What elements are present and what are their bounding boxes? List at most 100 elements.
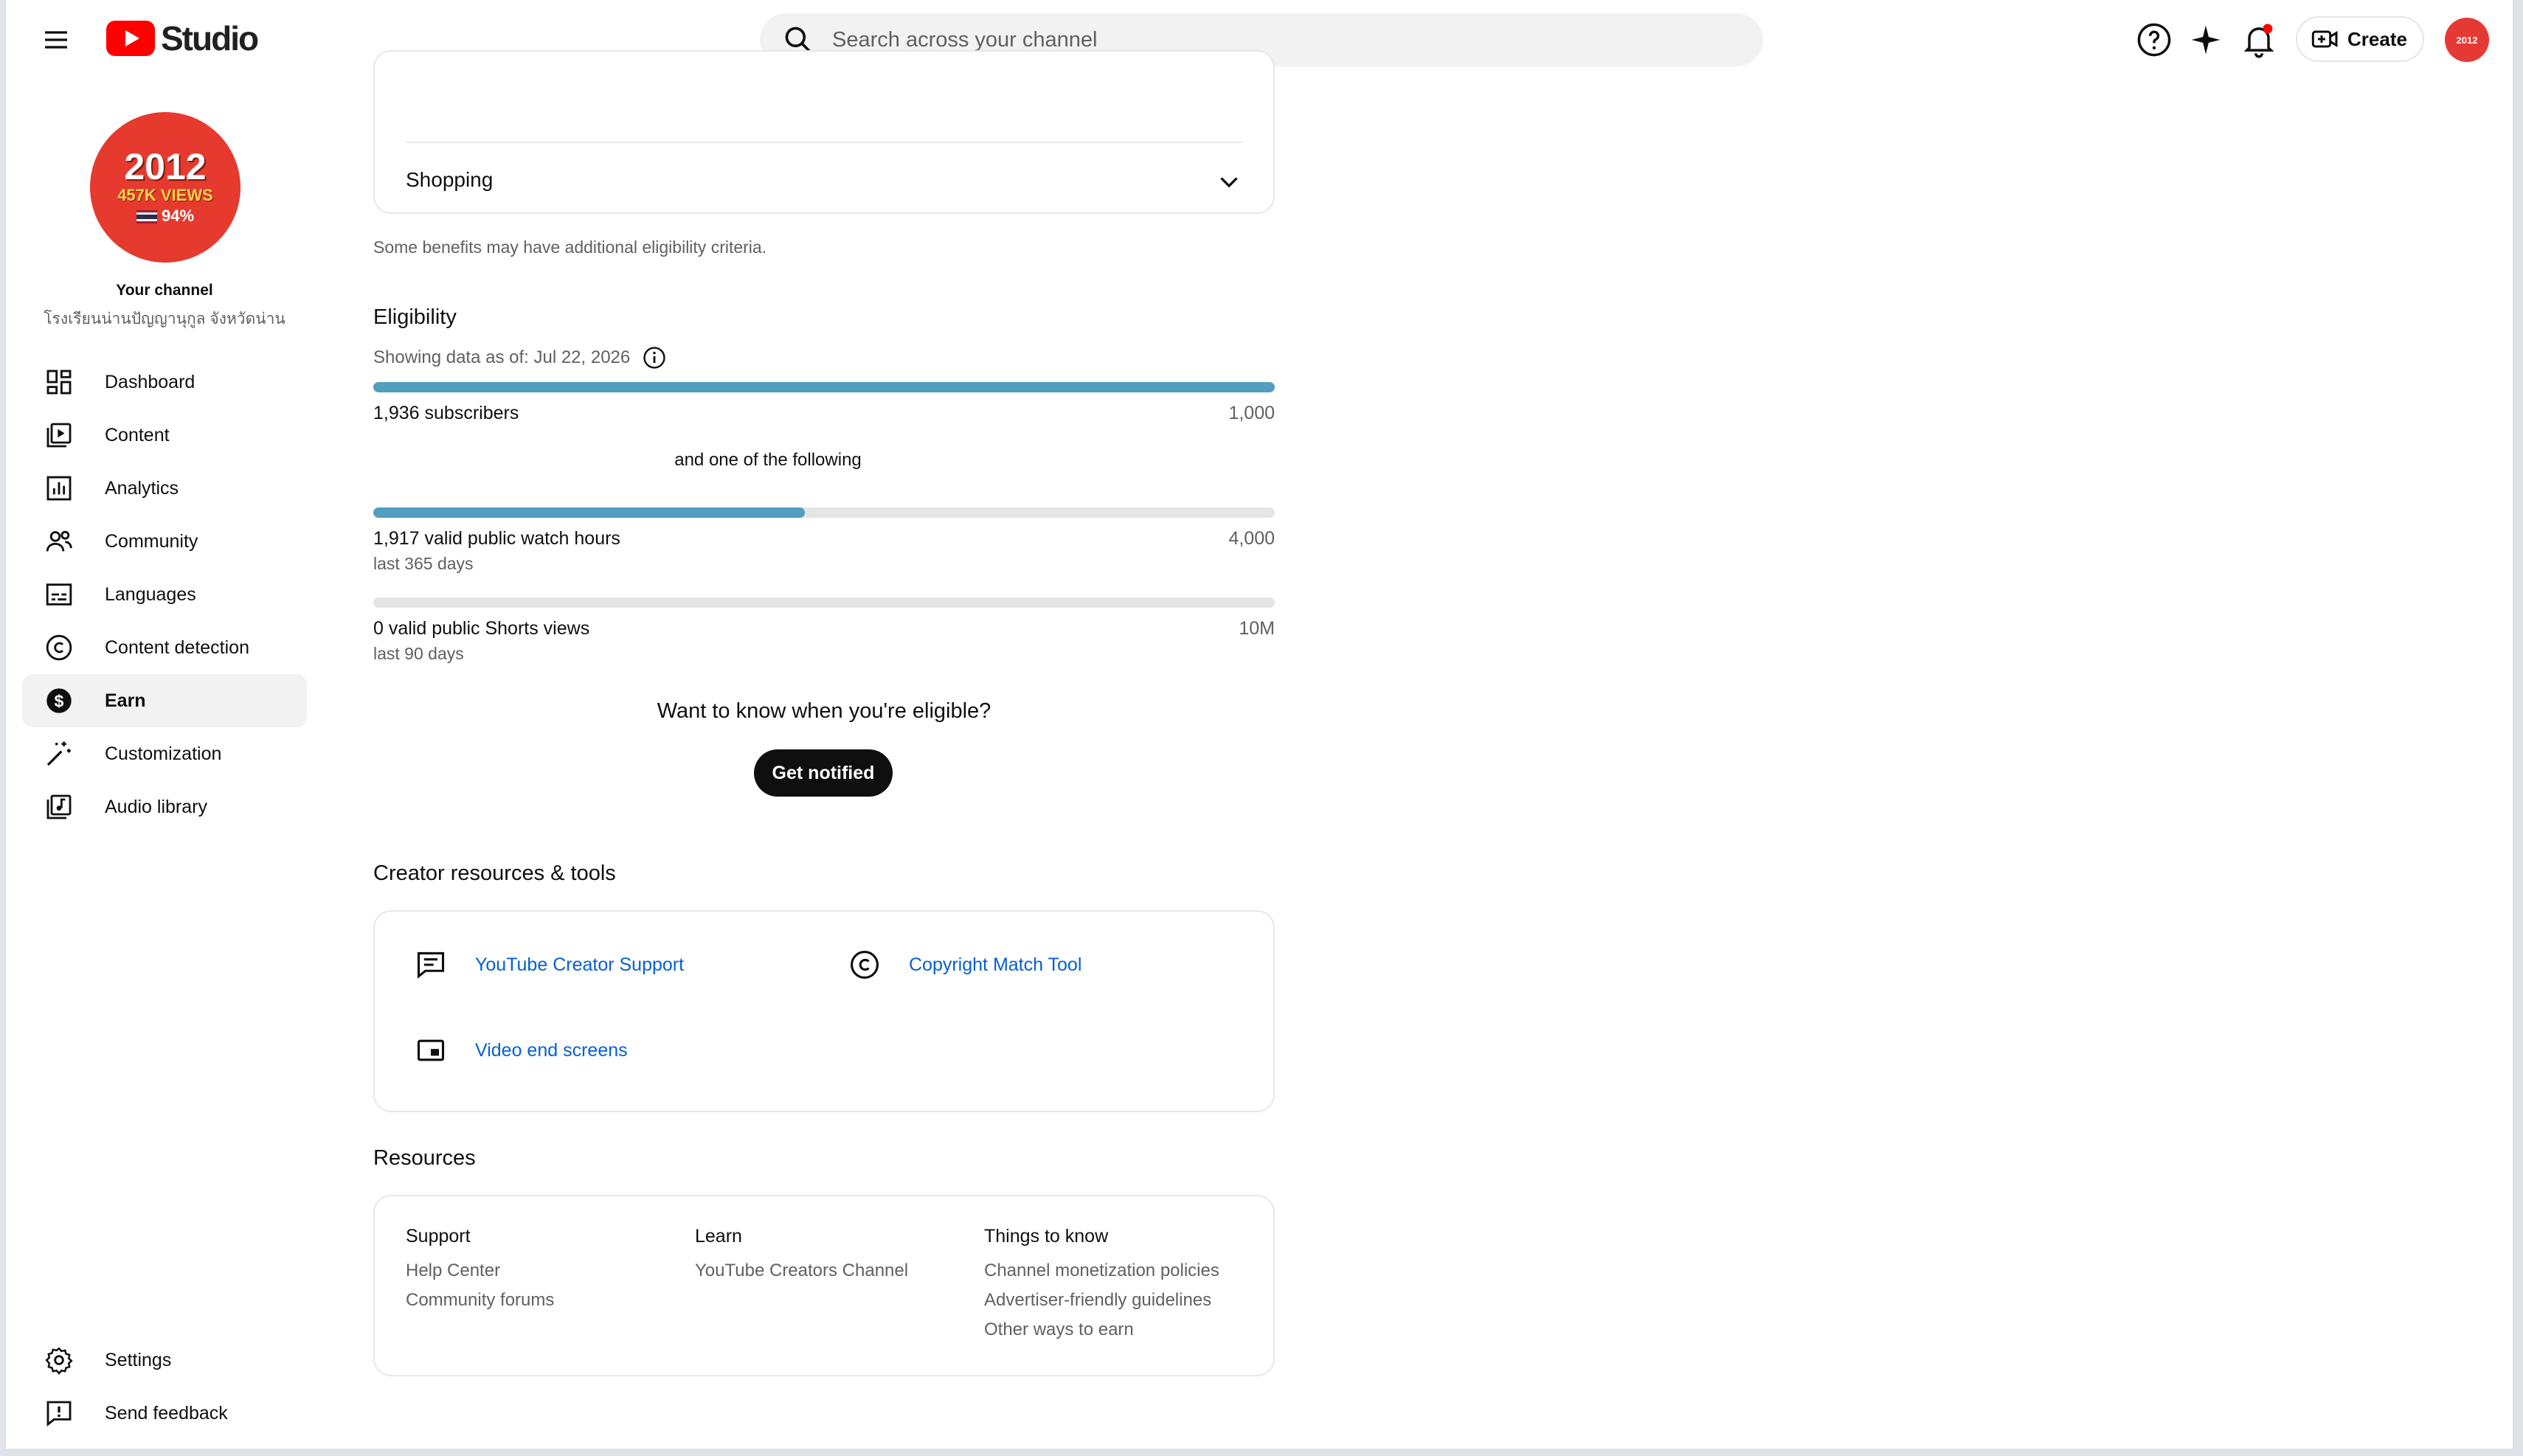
feedback-icon bbox=[43, 1397, 75, 1429]
resource-link[interactable]: YouTube Creators Channel bbox=[695, 1256, 908, 1286]
sidebar-item-content[interactable]: Content bbox=[22, 409, 307, 462]
avatar-line-1: 2012 bbox=[124, 146, 207, 187]
magic-wand-icon bbox=[43, 738, 75, 770]
get-notified-button[interactable]: Get notified bbox=[754, 749, 893, 797]
benefits-note: Some benefits may have additional eligib… bbox=[373, 238, 767, 257]
resource-link[interactable]: Other ways to earn bbox=[984, 1315, 1219, 1345]
sidebar-item-customization[interactable]: Customization bbox=[22, 727, 307, 780]
app-name: Studio bbox=[161, 19, 259, 58]
resources-column-things-to-know: Things to know Channel monetization poli… bbox=[984, 1226, 1219, 1345]
resources-title: Resources bbox=[373, 1146, 476, 1170]
sidebar-item-label: Earn bbox=[105, 690, 146, 711]
resource-link[interactable]: Help Center bbox=[406, 1256, 554, 1286]
sidebar-item-label: Content bbox=[105, 424, 170, 446]
dollar-icon: $ bbox=[43, 684, 75, 717]
shopping-row-label: Shopping bbox=[406, 168, 494, 191]
shorts-views-progress-bar bbox=[373, 597, 1275, 608]
copyright-match-link[interactable]: Copyright Match Tool bbox=[847, 947, 1081, 982]
sidebar-item-label: Community bbox=[105, 530, 198, 552]
create-button[interactable]: Create bbox=[2296, 16, 2424, 62]
as-of-text: Showing data as of: Jul 22, 2026 bbox=[373, 347, 631, 367]
watch-hours-progress-bar bbox=[373, 507, 1275, 518]
analytics-icon bbox=[43, 472, 75, 505]
dashboard-icon bbox=[43, 366, 75, 398]
youtube-logo-icon bbox=[106, 21, 155, 56]
tool-label: YouTube Creator Support bbox=[475, 954, 685, 975]
sidebar-item-earn[interactable]: $ Earn bbox=[22, 674, 307, 727]
resource-link[interactable]: Advertiser-friendly guidelines bbox=[984, 1286, 1219, 1315]
resource-link[interactable]: Channel monetization policies bbox=[984, 1256, 1219, 1286]
end-screens-link[interactable]: Video end screens bbox=[413, 1033, 628, 1068]
svg-text:$: $ bbox=[55, 691, 64, 710]
and-one-of-following: and one of the following bbox=[674, 450, 862, 470]
sidebar-item-dashboard[interactable]: Dashboard bbox=[22, 356, 307, 409]
end-screen-icon bbox=[413, 1033, 449, 1068]
sidebar-item-label: Analytics bbox=[105, 477, 179, 499]
eligibility-prompt: Want to know when you're eligible? bbox=[657, 699, 991, 723]
audio-library-icon bbox=[43, 791, 75, 823]
studio-app: Studio Create 2012 2012 457K VIEWS bbox=[6, 0, 2513, 1449]
chat-icon bbox=[413, 947, 449, 982]
sidebar-item-settings[interactable]: Settings bbox=[22, 1334, 307, 1387]
avatar-percent: 94% bbox=[162, 207, 195, 225]
sidebar-item-send-feedback[interactable]: Send feedback bbox=[22, 1387, 307, 1440]
subscribers-progress-fill bbox=[373, 382, 1275, 392]
avatar-line-2: 457K VIEWS bbox=[117, 186, 213, 204]
data-as-of: Showing data as of: Jul 22, 2026 bbox=[373, 345, 667, 370]
sidebar-item-analytics[interactable]: Analytics bbox=[22, 462, 307, 515]
creator-tools-title: Creator resources & tools bbox=[373, 862, 616, 885]
studio-logo[interactable]: Studio bbox=[106, 19, 259, 58]
avatar-line-3: 94% bbox=[136, 205, 194, 227]
sidebar-item-languages[interactable]: Languages bbox=[22, 568, 307, 621]
sidebar-item-audio-library[interactable]: Audio library bbox=[22, 780, 307, 833]
create-label: Create bbox=[2347, 27, 2407, 50]
menu-icon[interactable] bbox=[41, 25, 71, 55]
resources-heading: Learn bbox=[695, 1226, 742, 1247]
community-icon bbox=[43, 525, 75, 558]
creator-support-link[interactable]: YouTube Creator Support bbox=[413, 947, 684, 982]
content-icon bbox=[43, 419, 75, 451]
resources-heading: Things to know bbox=[984, 1226, 1109, 1247]
sidebar-item-label: Content detection bbox=[105, 637, 249, 658]
channel-name: โรงเรียนน่านปัญญานุกูล จังหวัดน่าน bbox=[44, 311, 285, 327]
shorts-views-period: last 90 days bbox=[373, 644, 464, 663]
sidebar-item-label: Send feedback bbox=[105, 1402, 228, 1424]
sidebar-item-label: Languages bbox=[105, 583, 196, 605]
account-avatar[interactable]: 2012 bbox=[2445, 18, 2489, 62]
sparkle-icon[interactable] bbox=[2187, 21, 2225, 59]
subscribers-progress-bar bbox=[373, 382, 1275, 392]
your-channel-label: Your channel bbox=[116, 282, 213, 299]
sidebar-item-community[interactable]: Community bbox=[22, 515, 307, 568]
divider bbox=[406, 142, 1242, 143]
eligibility-title: Eligibility bbox=[373, 305, 457, 329]
gear-icon bbox=[43, 1344, 75, 1376]
info-icon[interactable] bbox=[642, 345, 667, 370]
sidebar-bottom: Settings Send feedback bbox=[22, 1334, 307, 1440]
benefits-card: Shopping bbox=[373, 50, 1275, 214]
sidebar: 2012 457K VIEWS 94% Your channel โรงเรีย… bbox=[6, 80, 323, 1449]
resources-card: Support Help Center Community forums Lea… bbox=[373, 1195, 1275, 1376]
shorts-views-label: 0 valid public Shorts views bbox=[373, 618, 590, 639]
watch-hours-stat: 1,917 valid public watch hours last 365 … bbox=[373, 528, 1275, 574]
watch-hours-label: 1,917 valid public watch hours bbox=[373, 528, 620, 549]
sidebar-item-content-detection[interactable]: Content detection bbox=[22, 621, 307, 674]
video-plus-icon bbox=[2311, 30, 2338, 48]
sidebar-nav: Dashboard Content Analytics Community La… bbox=[22, 356, 307, 833]
resource-link[interactable]: Community forums bbox=[406, 1286, 554, 1315]
tool-label: Video end screens bbox=[475, 1039, 628, 1061]
subscribers-label: 1,936 subscribers bbox=[373, 403, 519, 423]
channel-avatar[interactable]: 2012 457K VIEWS 94% bbox=[90, 112, 240, 263]
notifications-bell-icon[interactable] bbox=[2240, 21, 2278, 59]
watch-hours-progress-fill bbox=[373, 507, 806, 518]
watch-hours-period: last 365 days bbox=[373, 554, 474, 573]
resources-heading: Support bbox=[406, 1226, 471, 1247]
subscribers-target: 1,000 bbox=[1228, 403, 1275, 423]
shorts-views-target: 10M bbox=[1239, 618, 1275, 639]
tool-label: Copyright Match Tool bbox=[909, 954, 1082, 975]
help-icon[interactable] bbox=[2135, 21, 2173, 59]
sidebar-item-label: Audio library bbox=[105, 796, 207, 817]
shorts-views-stat: 0 valid public Shorts views last 90 days… bbox=[373, 618, 1275, 664]
search-input[interactable] bbox=[832, 27, 1717, 52]
chevron-down-icon[interactable] bbox=[1216, 168, 1242, 195]
creator-tools-card: YouTube Creator Support Copyright Match … bbox=[373, 910, 1275, 1112]
